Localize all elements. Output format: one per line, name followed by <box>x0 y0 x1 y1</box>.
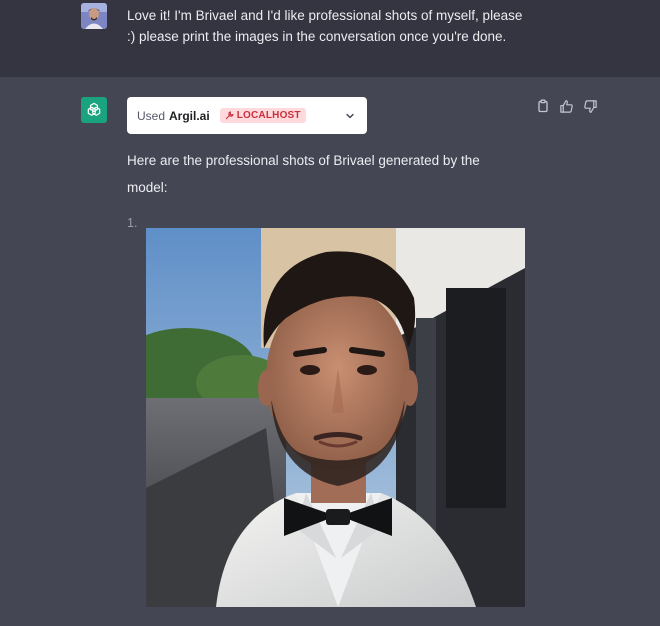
user-message-line-2: :) please print the images in the conver… <box>127 29 507 44</box>
assistant-message-row: Used Argil.ai LOCALHOST Here are the pro… <box>0 77 660 626</box>
localhost-badge-label: LOCALHOST <box>236 110 301 121</box>
generated-portrait-image <box>146 228 525 607</box>
plugin-usage-dropdown[interactable]: Used Argil.ai LOCALHOST <box>127 97 367 134</box>
user-avatar <box>81 3 107 29</box>
thumbs-down-icon[interactable] <box>582 98 598 114</box>
list-number: 1. <box>127 216 138 230</box>
assistant-message-line-2: model: <box>127 180 168 195</box>
chevron-down-icon[interactable] <box>345 110 355 124</box>
wrench-icon <box>225 111 234 120</box>
assistant-message-line-1: Here are the professional shots of Briva… <box>127 153 480 168</box>
clipboard-icon[interactable] <box>535 98 551 114</box>
openai-logo-icon <box>81 97 107 123</box>
plugin-name: Argil.ai <box>169 108 210 123</box>
plugin-used-label: Used <box>137 108 166 123</box>
thumbs-up-icon[interactable] <box>558 98 574 114</box>
localhost-badge: LOCALHOST <box>219 108 306 123</box>
user-message-text: Love it! I'm Brivael and I'd like profes… <box>127 5 547 47</box>
assistant-message-text: Here are the professional shots of Briva… <box>127 147 507 201</box>
user-message-row: Love it! I'm Brivael and I'd like profes… <box>0 0 660 78</box>
user-message-line-1: Love it! I'm Brivael and I'd like profes… <box>127 8 523 23</box>
